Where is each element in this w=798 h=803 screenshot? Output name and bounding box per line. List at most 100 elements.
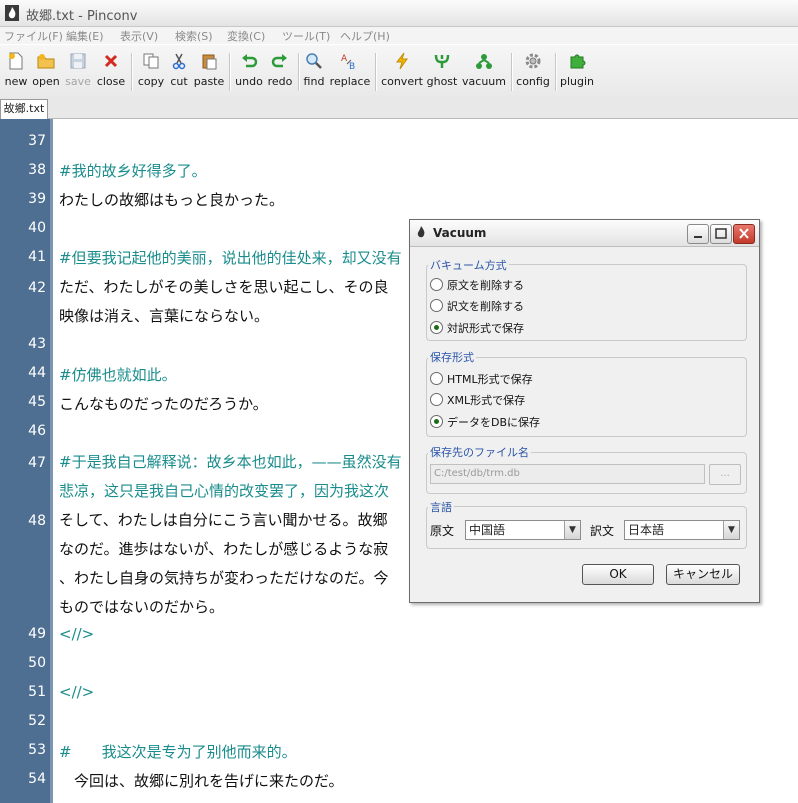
radio-save-html[interactable]: HTML形式で保存: [430, 371, 533, 387]
svg-text:A: A: [341, 54, 348, 64]
scissors-icon: [172, 53, 186, 70]
paste-button[interactable]: paste: [193, 50, 225, 94]
radio-save-db[interactable]: データをDBに保存: [430, 414, 540, 430]
cut-button[interactable]: cut: [168, 50, 190, 94]
lightning-icon: [395, 52, 408, 70]
toolbar: new open save close copy cut paste undo …: [0, 45, 798, 98]
radio-button-selected[interactable]: [430, 321, 443, 334]
menu-view[interactable]: 表示(V): [120, 28, 158, 44]
toolbar-separator: [298, 53, 300, 91]
editor-line: #但要我记起他的美丽，说出他的佳处来，却又没有: [59, 249, 402, 267]
menu-tools[interactable]: ツール(T): [282, 28, 330, 44]
output-path-field[interactable]: C:/test/db/trm.db: [430, 464, 705, 484]
tab-file[interactable]: 故鄉.txt: [0, 99, 48, 119]
dialog-title-bar[interactable]: Vacuum: [410, 220, 759, 247]
line-number: 41: [28, 249, 46, 265]
redo-icon: [271, 54, 287, 68]
line-number: 44: [28, 365, 46, 381]
undo-icon: [242, 54, 258, 68]
menu-convert[interactable]: 変換(C): [227, 28, 265, 44]
menu-bar: ファイル(F) 編集(E) 表示(V) 検索(S) 変換(C) ツール(T) ヘ…: [0, 27, 798, 44]
line-number: 46: [28, 423, 46, 439]
target-language-label: 訳文: [590, 524, 615, 538]
convert-button[interactable]: convert: [380, 50, 424, 94]
new-file-icon: [9, 52, 23, 70]
radio-button[interactable]: [430, 299, 443, 312]
radio-button[interactable]: [430, 393, 443, 406]
config-button[interactable]: config: [516, 50, 550, 94]
editor-line: 悲凉，这只是我自己心情的改变罢了，因为我这次: [59, 482, 390, 500]
toolbar-separator: [229, 53, 231, 91]
menu-help[interactable]: ヘルプ(H): [340, 28, 390, 44]
minimize-button[interactable]: [687, 224, 709, 244]
radio-delete-source[interactable]: 原文を削除する: [430, 277, 524, 293]
line-number: 51: [28, 684, 46, 700]
editor-line: 映像は消え、言葉にならない。: [59, 307, 270, 325]
vacuum-dialog: Vacuum バキューム方式 原文を削除する 訳文を削除する 対訳形式で保存 保…: [409, 219, 760, 603]
plugin-button[interactable]: plugin: [560, 50, 594, 94]
menu-search[interactable]: 検索(S): [175, 28, 213, 44]
line-number: 49: [28, 626, 46, 642]
save-format-title: 保存形式: [428, 349, 476, 365]
new-button[interactable]: new: [3, 50, 29, 94]
menu-file[interactable]: ファイル(F): [4, 28, 63, 44]
radio-button-selected[interactable]: [430, 415, 443, 428]
save-button[interactable]: save: [64, 50, 92, 94]
undo-button[interactable]: undo: [234, 50, 264, 94]
radio-delete-translation[interactable]: 訳文を削除する: [430, 298, 524, 314]
open-button[interactable]: open: [31, 50, 61, 94]
tab-bar: 故鄉.txt: [0, 97, 798, 119]
close-button[interactable]: close: [95, 50, 127, 94]
radio-save-parallel[interactable]: 対訳形式で保存: [430, 320, 524, 336]
menu-edit[interactable]: 編集(E): [66, 28, 104, 44]
window-title: 故郷.txt - Pinconv: [26, 9, 138, 24]
ok-button[interactable]: OK: [582, 564, 654, 585]
dialog-close-button[interactable]: [733, 224, 755, 244]
editor-line: こんなものだったのだろうか。: [59, 395, 268, 413]
flame-app-icon: [5, 5, 19, 21]
gutter-border: [50, 119, 53, 803]
find-button[interactable]: find: [302, 50, 326, 94]
line-number: 50: [28, 655, 46, 671]
vacuum-method-title: バキューム方式: [428, 257, 509, 273]
maximize-icon: [715, 228, 727, 239]
radio-save-xml[interactable]: XML形式で保存: [430, 392, 525, 408]
flame-icon: [417, 226, 425, 238]
language-title: 言語: [428, 499, 454, 515]
browse-button[interactable]: ...: [709, 464, 741, 485]
magnifier-icon: [306, 53, 322, 69]
radio-button[interactable]: [430, 372, 443, 385]
floppy-disk-icon: [70, 53, 86, 69]
chevron-down-icon[interactable]: ▼: [564, 521, 580, 539]
folder-open-icon: [37, 54, 55, 69]
close-x-icon: [104, 54, 118, 68]
copy-button[interactable]: copy: [136, 50, 166, 94]
editor-line: わたしの故郷はもっと良かった。: [59, 191, 285, 209]
puzzle-piece-icon: [570, 54, 586, 69]
close-icon: [739, 228, 749, 239]
line-number: 42: [28, 280, 46, 296]
editor-line: #仿佛也就如此。: [59, 366, 177, 384]
source-language-label: 原文: [430, 524, 455, 538]
line-number: 53: [28, 742, 46, 758]
editor-line: 今回は、故郷に別れを告げに来たのだ。: [59, 772, 344, 790]
line-number: 45: [28, 394, 46, 410]
source-language-select[interactable]: 中国語 ▼: [465, 520, 581, 540]
target-language-select[interactable]: 日本語 ▼: [624, 520, 740, 540]
line-number: 48: [28, 513, 46, 529]
vacuum-button[interactable]: vacuum: [462, 50, 506, 94]
maximize-button[interactable]: [710, 224, 732, 244]
chevron-down-icon[interactable]: ▼: [723, 521, 739, 539]
gear-icon: [525, 53, 541, 69]
cancel-button[interactable]: キャンセル: [666, 564, 740, 585]
toolbar-separator: [131, 53, 133, 91]
radio-button[interactable]: [430, 278, 443, 291]
replace-button[interactable]: AB replace: [329, 50, 371, 94]
vacuum-icon: [476, 54, 492, 69]
ghost-button[interactable]: ghost: [426, 50, 458, 94]
editor-line: ただ、わたしがその美しさを思い起こし、その良: [59, 278, 389, 296]
editor-line: そして、わたしは自分にこう言い聞かせる。故郷: [59, 511, 388, 529]
editor-line: #我的故乡好得多了。: [59, 162, 207, 180]
redo-button[interactable]: redo: [266, 50, 294, 94]
toolbar-separator: [375, 53, 377, 91]
